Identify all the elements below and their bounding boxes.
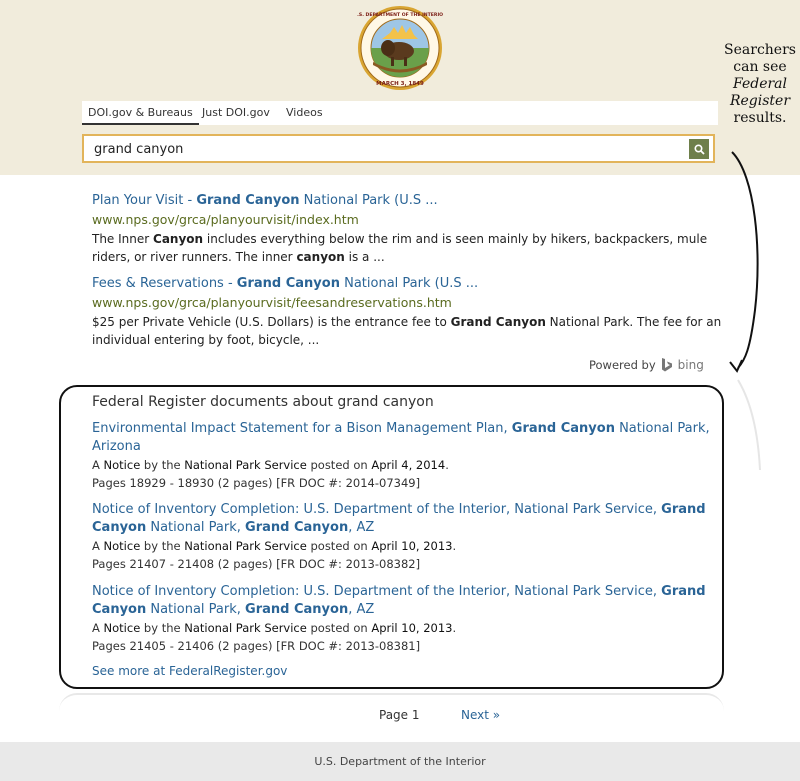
fr-pages: Pages 21407 - 21408 (2 pages) [FR DOC #:… bbox=[92, 557, 421, 571]
fr-title-text: National Park, bbox=[146, 602, 246, 617]
search-result: Fees & Reservations - Grand Canyon Natio… bbox=[92, 274, 722, 349]
svg-text:MARCH 3, 1849: MARCH 3, 1849 bbox=[376, 81, 424, 87]
meta-text: by the bbox=[140, 621, 185, 635]
fr-title-highlight: Grand Canyon bbox=[245, 520, 349, 535]
meta-text: posted on bbox=[306, 621, 372, 635]
fr-meta: A Notice by the National Park Service po… bbox=[92, 537, 712, 555]
fr-document-link[interactable]: Notice of Inventory Completion: U.S. Dep… bbox=[92, 501, 712, 537]
desc-highlight: Canyon bbox=[153, 232, 204, 246]
meta-text: . bbox=[452, 539, 457, 553]
result-title-text: National Park (U.S ... bbox=[299, 193, 438, 208]
annotation-line: Searchers bbox=[724, 42, 796, 58]
fr-document-link[interactable]: Notice of Inventory Completion: U.S. Dep… bbox=[92, 583, 712, 619]
fr-title-text: National Park, bbox=[146, 520, 246, 535]
result-description: The Inner Canyon includes everything bel… bbox=[92, 230, 722, 266]
desc-highlight: Grand Canyon bbox=[450, 315, 546, 329]
meta-type: Notice bbox=[103, 458, 141, 472]
fr-title-text: Environmental Impact Statement for a Bis… bbox=[92, 421, 512, 436]
fr-pages: Pages 18929 - 18930 (2 pages) [FR DOC #:… bbox=[92, 476, 421, 490]
search-icon bbox=[693, 143, 705, 155]
result-title-text: Plan Your Visit - bbox=[92, 193, 197, 208]
meta-text: posted on bbox=[306, 539, 372, 553]
svg-text:U.S. DEPARTMENT OF THE INTERIO: U.S. DEPARTMENT OF THE INTERIOR bbox=[357, 12, 443, 18]
powered-by-bing[interactable]: Powered by bing bbox=[589, 357, 704, 373]
fr-pages: Pages 21405 - 21406 (2 pages) [FR DOC #:… bbox=[92, 639, 421, 653]
fr-document-link[interactable]: Environmental Impact Statement for a Bis… bbox=[92, 420, 712, 456]
meta-agency: National Park Service bbox=[184, 539, 307, 553]
annotation-note: Searchers can see Federal Register resul… bbox=[720, 42, 800, 127]
next-page-link[interactable]: Next » bbox=[461, 708, 500, 722]
meta-text: by the bbox=[140, 539, 185, 553]
result-title-link[interactable]: Plan Your Visit - Grand Canyon National … bbox=[92, 191, 722, 210]
result-title-highlight: Grand Canyon bbox=[196, 193, 300, 208]
meta-agency: National Park Service bbox=[184, 458, 307, 472]
result-title-text: National Park (U.S ... bbox=[339, 276, 479, 291]
meta-date: April 10, 2013 bbox=[371, 621, 453, 635]
meta-agency: National Park Service bbox=[184, 621, 307, 635]
see-more-link[interactable]: See more at FederalRegister.gov bbox=[92, 664, 287, 678]
meta-type: Notice bbox=[103, 539, 141, 553]
meta-date: April 4, 2014 bbox=[371, 458, 446, 472]
federal-register-item: Environmental Impact Statement for a Bis… bbox=[92, 420, 712, 492]
footer: U.S. Department of the Interior bbox=[0, 742, 800, 781]
meta-type: Notice bbox=[103, 621, 141, 635]
result-title-link[interactable]: Fees & Reservations - Grand Canyon Natio… bbox=[92, 274, 722, 293]
federal-register-item: Notice of Inventory Completion: U.S. Dep… bbox=[92, 501, 712, 573]
fr-title-text: , AZ bbox=[348, 602, 375, 617]
result-title-text: Fees & Reservations - bbox=[92, 276, 237, 291]
federal-register-heading: Federal Register documents about grand c… bbox=[92, 394, 434, 410]
annotation-line: results. bbox=[733, 110, 787, 126]
result-url[interactable]: www.nps.gov/grca/planyourvisit/feesandre… bbox=[92, 293, 722, 313]
meta-text: A bbox=[92, 539, 104, 553]
bing-brand-text: bing bbox=[677, 358, 704, 372]
footer-text: U.S. Department of the Interior bbox=[314, 755, 486, 768]
tab-videos[interactable]: Videos bbox=[280, 101, 329, 125]
search-result: Plan Your Visit - Grand Canyon National … bbox=[92, 191, 722, 266]
fr-title-highlight: Grand Canyon bbox=[511, 421, 615, 436]
federal-register-item: Notice of Inventory Completion: U.S. Dep… bbox=[92, 583, 712, 655]
powered-by-label: Powered by bbox=[589, 358, 656, 372]
meta-text: A bbox=[92, 621, 104, 635]
meta-text: . bbox=[452, 621, 457, 635]
result-description: $25 per Private Vehicle (U.S. Dollars) i… bbox=[92, 313, 722, 349]
fr-title-text: Notice of Inventory Completion: U.S. Dep… bbox=[92, 502, 662, 517]
search-button[interactable] bbox=[689, 139, 709, 159]
desc-highlight: canyon bbox=[296, 250, 345, 264]
doi-seal-logo[interactable]: MARCH 3, 1849 U.S. DEPARTMENT OF THE INT… bbox=[357, 5, 443, 91]
fr-title-highlight: Grand Canyon bbox=[245, 602, 349, 617]
annotation-line: Register bbox=[729, 93, 791, 109]
current-page-label: Page 1 bbox=[379, 708, 420, 722]
annotation-line: Federal bbox=[733, 76, 787, 92]
fr-title-text: Notice of Inventory Completion: U.S. Dep… bbox=[92, 584, 662, 599]
meta-date: April 10, 2013 bbox=[371, 539, 453, 553]
desc-text: is a ... bbox=[344, 250, 385, 264]
search-scope-tabs: DOI.gov & Bureaus Just DOI.gov Videos bbox=[82, 101, 718, 125]
bing-logo-icon bbox=[661, 358, 672, 372]
search-input[interactable] bbox=[94, 139, 674, 159]
desc-text: $25 per Private Vehicle (U.S. Dollars) i… bbox=[92, 315, 451, 329]
meta-text: posted on bbox=[306, 458, 372, 472]
meta-text: A bbox=[92, 458, 104, 472]
annotation-arrow bbox=[729, 151, 761, 471]
tab-just-doi[interactable]: Just DOI.gov bbox=[196, 101, 276, 125]
tab-doi-and-bureaus[interactable]: DOI.gov & Bureaus bbox=[82, 101, 199, 125]
annotation-line: can see bbox=[733, 59, 787, 75]
desc-text: The Inner bbox=[92, 232, 154, 246]
result-title-highlight: Grand Canyon bbox=[236, 276, 340, 291]
meta-text: by the bbox=[140, 458, 185, 472]
fr-meta: A Notice by the National Park Service po… bbox=[92, 619, 712, 637]
result-url[interactable]: www.nps.gov/grca/planyourvisit/index.htm bbox=[92, 210, 722, 230]
meta-text: . bbox=[445, 458, 449, 472]
search-box bbox=[82, 134, 715, 163]
fr-title-text: , AZ bbox=[348, 520, 375, 535]
fr-meta: A Notice by the National Park Service po… bbox=[92, 456, 712, 474]
